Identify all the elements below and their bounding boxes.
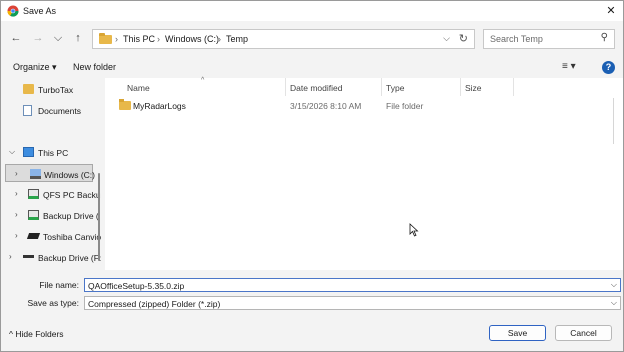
column-divider[interactable] — [513, 78, 514, 96]
mouse-cursor-icon — [409, 223, 419, 237]
folder-icon — [99, 33, 112, 44]
new-folder-button[interactable]: New folder — [73, 62, 116, 72]
sidebar-scrollbar[interactable] — [98, 173, 100, 261]
chevron-right-icon[interactable]: › — [15, 169, 18, 178]
sidebar-item-label: TurboTax — [38, 85, 74, 95]
dialog-footer: ^ Hide Folders Save Cancel — [1, 319, 623, 351]
cancel-button[interactable]: Cancel — [555, 325, 612, 341]
network-drive-icon — [28, 189, 39, 199]
sidebar-item-backup-drive[interactable]: › Backup Drive ( — [1, 206, 101, 224]
save-as-dialog: Save As ✕ ← → ⌵ ↑ › This PC › Windows (C… — [0, 0, 624, 352]
sidebar-item-label: Toshiba Canvio — [43, 232, 101, 242]
file-name: MyRadarLogs — [133, 101, 186, 111]
recent-locations-icon[interactable]: ⌵ — [51, 31, 65, 45]
sidebar-item-label: QFS PC Backup — [43, 190, 101, 200]
hide-folders-button[interactable]: ^ Hide Folders — [9, 329, 64, 339]
sidebar-item-windows-c[interactable]: › Windows (C:) — [5, 164, 96, 182]
chrome-app-icon — [7, 5, 19, 17]
sidebar-item-label: This PC — [38, 148, 69, 158]
file-date-modified: 3/15/2026 8:10 AM — [290, 101, 362, 111]
breadcrumb-temp[interactable]: Temp — [226, 34, 248, 44]
save-as-type-label: Save as type: — [27, 298, 79, 308]
column-divider[interactable] — [285, 78, 286, 96]
sidebar-item-backup-drive-f[interactable]: › Backup Drive (F: — [1, 248, 101, 266]
folder-icon — [23, 84, 34, 94]
chevron-right-icon[interactable]: › — [15, 231, 18, 240]
sort-ascending-icon: ^ — [201, 77, 205, 84]
documents-icon — [23, 105, 32, 116]
sidebar-item-qfs-pc-backup[interactable]: › QFS PC Backup — [1, 185, 101, 203]
address-bar[interactable]: › This PC › Windows (C:) › Temp ⌵ ↻ — [92, 29, 475, 49]
file-name-label: File name: — [39, 280, 79, 290]
folder-icon — [119, 99, 131, 110]
breadcrumb-windows-c[interactable]: Windows (C:) — [165, 34, 219, 44]
search-placeholder: Search Temp — [490, 34, 543, 44]
breadcrumb-separator: › — [157, 34, 160, 44]
save-as-type-select[interactable]: Compressed (zipped) Folder (*.zip) ⌵ — [84, 296, 621, 310]
navigation-row: ← → ⌵ ↑ › This PC › Windows (C:) › Temp … — [1, 23, 623, 55]
breadcrumb-this-pc[interactable]: This PC — [123, 34, 155, 44]
network-drive-icon — [28, 210, 39, 220]
column-header-date-modified[interactable]: Date modified — [290, 83, 342, 93]
breadcrumb-separator: › — [218, 34, 221, 44]
column-header-type[interactable]: Type — [386, 83, 404, 93]
list-item[interactable]: MyRadarLogs 3/15/2026 8:10 AM File folde… — [105, 98, 525, 114]
sidebar-item-turbotax[interactable]: TurboTax — [1, 80, 101, 98]
up-arrow-icon[interactable]: ↑ — [71, 31, 85, 45]
window-title: Save As — [23, 6, 57, 16]
chevron-right-icon[interactable]: › — [9, 252, 12, 261]
chevron-right-icon[interactable]: › — [15, 189, 18, 198]
help-icon[interactable]: ? — [602, 61, 615, 74]
sidebar-item-this-pc[interactable]: ⌵ This PC — [1, 143, 101, 161]
search-box[interactable]: Search Temp ⚲ — [483, 29, 615, 49]
column-divider[interactable] — [381, 78, 382, 96]
back-arrow-icon[interactable]: ← — [9, 31, 23, 45]
search-icon[interactable]: ⚲ — [601, 32, 608, 43]
view-options-icon[interactable]: ≡ ▾ — [562, 61, 576, 72]
chevron-down-icon[interactable]: ⌵ — [443, 33, 450, 44]
sidebar-item-documents[interactable]: Documents — [1, 101, 101, 119]
chevron-down-icon[interactable]: ⌵ — [611, 298, 617, 308]
external-drive-icon — [23, 255, 34, 258]
save-as-type-value: Compressed (zipped) Folder (*.zip) — [88, 299, 221, 309]
file-name-value: QAOfficeSetup-5.35.0.zip — [88, 281, 185, 291]
breadcrumb-separator: › — [115, 34, 118, 44]
file-list-scrollbar[interactable] — [613, 98, 614, 144]
sidebar-item-toshiba-canvio[interactable]: › Toshiba Canvio — [1, 227, 101, 245]
title-bar: Save As ✕ — [1, 1, 623, 21]
save-button[interactable]: Save — [489, 325, 546, 341]
file-type: File folder — [386, 101, 424, 111]
sidebar-item-label: Backup Drive ( — [43, 211, 99, 221]
chevron-right-icon[interactable]: › — [15, 210, 18, 219]
file-list: ^ Name Date modified Type Size MyRadarLo… — [105, 77, 623, 270]
file-name-field[interactable]: QAOfficeSetup-5.35.0.zip ⌵ — [84, 278, 621, 292]
column-header-name[interactable]: Name — [127, 83, 150, 93]
pc-icon — [23, 147, 34, 157]
organize-button[interactable]: Organize ▾ — [13, 62, 57, 73]
usb-drive-icon — [26, 233, 41, 239]
refresh-icon[interactable]: ↻ — [459, 32, 468, 45]
column-divider[interactable] — [460, 78, 461, 96]
sidebar-item-label: Documents — [38, 106, 81, 116]
chevron-down-icon[interactable]: ⌵ — [9, 147, 15, 157]
command-bar: Organize ▾ New folder ≡ ▾ ? — [1, 58, 623, 78]
sidebar-item-label: Backup Drive (F: — [38, 253, 101, 263]
column-headers: ^ Name Date modified Type Size — [105, 77, 623, 96]
chevron-down-icon[interactable]: ⌵ — [611, 280, 617, 290]
sidebar-item-label: Windows (C:) — [44, 170, 96, 180]
navigation-pane: TurboTax Documents ⌵ This PC › Windows (… — [1, 78, 101, 270]
close-icon[interactable]: ✕ — [603, 3, 619, 19]
drive-icon — [30, 169, 41, 179]
save-form: File name: QAOfficeSetup-5.35.0.zip ⌵ Sa… — [1, 277, 623, 317]
forward-arrow-icon[interactable]: → — [31, 31, 45, 45]
column-header-size[interactable]: Size — [465, 83, 482, 93]
